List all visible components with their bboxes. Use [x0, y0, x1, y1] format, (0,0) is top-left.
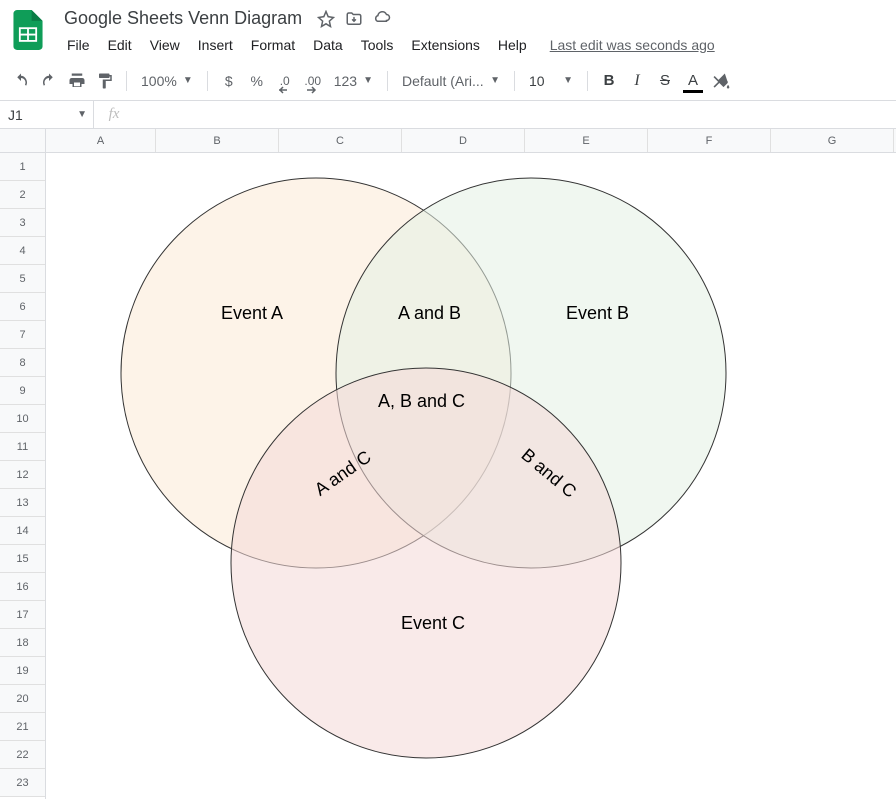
chevron-down-icon: ▼	[563, 75, 573, 86]
text-color-button[interactable]: A	[680, 68, 706, 94]
redo-button[interactable]	[36, 68, 62, 94]
strikethrough-button[interactable]: S	[652, 68, 678, 94]
chevron-down-icon: ▼	[490, 75, 500, 86]
row-header[interactable]: 12	[0, 461, 45, 489]
venn-label-event-a: Event A	[221, 303, 283, 324]
venn-circle-c	[231, 368, 621, 758]
venn-label-event-b: Event B	[566, 303, 629, 324]
column-headers: ABCDEFG	[46, 129, 896, 153]
row-header[interactable]: 16	[0, 573, 45, 601]
formula-bar[interactable]	[134, 101, 896, 128]
document-title[interactable]: Google Sheets Venn Diagram	[58, 6, 308, 31]
move-folder-icon[interactable]	[344, 9, 364, 29]
venn-label-abc: A, B and C	[378, 391, 465, 412]
undo-button[interactable]	[8, 68, 34, 94]
menu-tools[interactable]: Tools	[352, 33, 403, 57]
row-header[interactable]: 14	[0, 517, 45, 545]
row-header[interactable]: 13	[0, 489, 45, 517]
venn-diagram[interactable]: Event A Event B Event C A and B A and C …	[76, 163, 756, 783]
column-header[interactable]: E	[525, 129, 648, 152]
menu-file[interactable]: File	[58, 33, 99, 57]
toolbar: 100% ▼ $ % .0 .00 123 ▼ Default (Ari... …	[0, 61, 896, 101]
menu-insert[interactable]: Insert	[189, 33, 242, 57]
column-header[interactable]: A	[46, 129, 156, 152]
column-header[interactable]: D	[402, 129, 525, 152]
menu-data[interactable]: Data	[304, 33, 352, 57]
currency-button[interactable]: $	[216, 68, 242, 94]
row-header[interactable]: 23	[0, 769, 45, 797]
zoom-value: 100%	[141, 73, 177, 89]
row-header[interactable]: 9	[0, 377, 45, 405]
row-header[interactable]: 2	[0, 181, 45, 209]
paint-format-button[interactable]	[92, 68, 118, 94]
sheets-logo-icon[interactable]	[8, 10, 48, 50]
star-icon[interactable]	[316, 9, 336, 29]
row-header[interactable]: 8	[0, 349, 45, 377]
row-headers: 1234567891011121314151617181920212223	[0, 129, 46, 799]
row-header[interactable]: 17	[0, 601, 45, 629]
bold-button[interactable]: B	[596, 68, 622, 94]
row-header[interactable]: 19	[0, 657, 45, 685]
number-format-dropdown[interactable]: 123 ▼	[328, 73, 379, 89]
row-header[interactable]: 3	[0, 209, 45, 237]
select-all-corner[interactable]	[0, 129, 45, 153]
row-header[interactable]: 7	[0, 321, 45, 349]
column-header[interactable]: B	[156, 129, 279, 152]
row-header[interactable]: 5	[0, 265, 45, 293]
fx-icon: fx	[94, 106, 134, 123]
venn-label-ab: A and B	[398, 303, 461, 324]
decrease-decimals-button[interactable]: .0	[272, 68, 298, 94]
name-box[interactable]: J1 ▼	[0, 101, 94, 128]
menu-extensions[interactable]: Extensions	[402, 33, 488, 57]
column-header[interactable]: F	[648, 129, 771, 152]
increase-decimals-button[interactable]: .00	[300, 68, 326, 94]
menu-format[interactable]: Format	[242, 33, 304, 57]
row-header[interactable]: 18	[0, 629, 45, 657]
row-header[interactable]: 11	[0, 433, 45, 461]
menu-view[interactable]: View	[141, 33, 189, 57]
row-header[interactable]: 6	[0, 293, 45, 321]
font-size-dropdown[interactable]: 10 ▼	[523, 73, 579, 89]
menu-help[interactable]: Help	[489, 33, 536, 57]
font-family-dropdown[interactable]: Default (Ari... ▼	[396, 73, 506, 89]
zoom-dropdown[interactable]: 100% ▼	[135, 73, 199, 89]
print-button[interactable]	[64, 68, 90, 94]
venn-label-event-c: Event C	[401, 613, 465, 634]
last-edit-link[interactable]: Last edit was seconds ago	[550, 37, 715, 53]
cloud-status-icon[interactable]	[372, 9, 392, 29]
chevron-down-icon: ▼	[363, 75, 373, 86]
row-header[interactable]: 4	[0, 237, 45, 265]
menubar: File Edit View Insert Format Data Tools …	[58, 33, 888, 57]
row-header[interactable]: 15	[0, 545, 45, 573]
column-header[interactable]: G	[771, 129, 894, 152]
column-header[interactable]: C	[279, 129, 402, 152]
fill-color-button[interactable]	[708, 68, 734, 94]
row-header[interactable]: 22	[0, 741, 45, 769]
chevron-down-icon: ▼	[183, 75, 193, 86]
row-header[interactable]: 20	[0, 685, 45, 713]
row-header[interactable]: 10	[0, 405, 45, 433]
chevron-down-icon: ▼	[77, 109, 93, 120]
menu-edit[interactable]: Edit	[99, 33, 141, 57]
italic-button[interactable]: I	[624, 68, 650, 94]
row-header[interactable]: 21	[0, 713, 45, 741]
percent-button[interactable]: %	[244, 68, 270, 94]
row-header[interactable]: 1	[0, 153, 45, 181]
